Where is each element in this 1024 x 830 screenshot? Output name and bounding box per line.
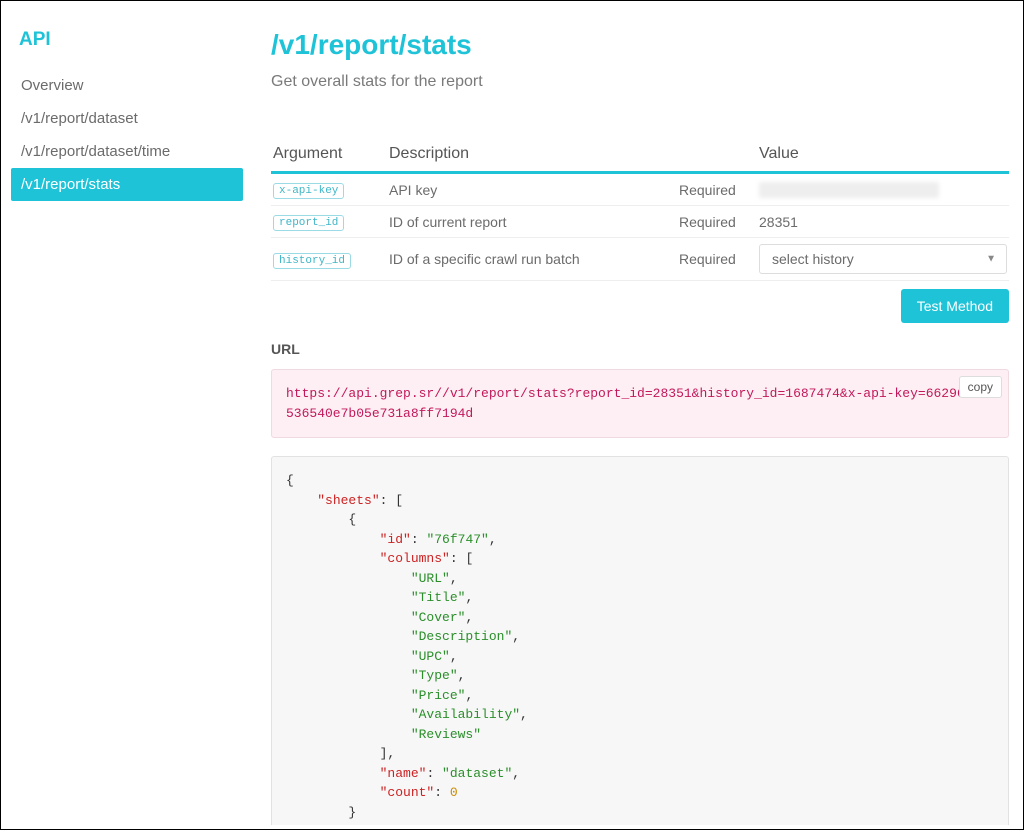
api-key-redacted xyxy=(759,182,939,198)
sidebar-item-overview[interactable]: Overview xyxy=(11,69,243,102)
url-box: copy https://api.grep.sr//v1/report/stat… xyxy=(271,369,1009,438)
history-select[interactable]: select history ▼ xyxy=(759,244,1007,274)
json-response-box: { "sheets": [ { "id": "76f747", "columns… xyxy=(271,456,1009,825)
arg-value-report-id: 28351 xyxy=(759,214,1007,230)
header-description: Description xyxy=(389,145,679,163)
arg-desc: API key xyxy=(389,182,679,198)
url-label: URL xyxy=(271,341,1009,357)
main-panel: /v1/report/stats Get overall stats for t… xyxy=(249,5,1019,825)
history-select-value: select history xyxy=(772,251,854,267)
arg-tag-history-id: history_id xyxy=(273,253,351,269)
sidebar-item-stats[interactable]: /v1/report/stats xyxy=(11,168,243,201)
arg-desc: ID of a specific crawl run batch xyxy=(389,251,679,267)
arg-required: Required xyxy=(679,182,759,198)
table-row: history_id ID of a specific crawl run ba… xyxy=(271,238,1009,281)
arg-tag-x-api-key: x-api-key xyxy=(273,183,344,199)
copy-button[interactable]: copy xyxy=(959,376,1002,398)
sidebar-title: API xyxy=(11,29,243,69)
header-argument: Argument xyxy=(273,145,389,163)
chevron-down-icon: ▼ xyxy=(986,254,996,265)
header-value: Value xyxy=(759,145,1007,163)
arguments-header-row: Argument Description Value xyxy=(271,137,1009,174)
sidebar-item-dataset[interactable]: /v1/report/dataset xyxy=(11,102,243,135)
arg-required: Required xyxy=(679,214,759,230)
app-frame: API Overview /v1/report/dataset /v1/repo… xyxy=(0,0,1024,830)
test-button-row: Test Method xyxy=(271,289,1009,323)
arg-tag-report-id: report_id xyxy=(273,215,344,231)
url-text: https://api.grep.sr//v1/report/stats?rep… xyxy=(286,386,988,421)
arg-desc: ID of current report xyxy=(389,214,679,230)
sidebar: API Overview /v1/report/dataset /v1/repo… xyxy=(5,5,249,825)
test-method-button[interactable]: Test Method xyxy=(901,289,1009,323)
table-row: x-api-key API key Required xyxy=(271,174,1009,206)
sidebar-item-dataset-time[interactable]: /v1/report/dataset/time xyxy=(11,135,243,168)
table-row: report_id ID of current report Required … xyxy=(271,206,1009,238)
arg-value xyxy=(759,182,1007,198)
page-description: Get overall stats for the report xyxy=(271,73,1009,91)
arg-required: Required xyxy=(679,251,759,267)
page-title: /v1/report/stats xyxy=(271,29,1009,61)
